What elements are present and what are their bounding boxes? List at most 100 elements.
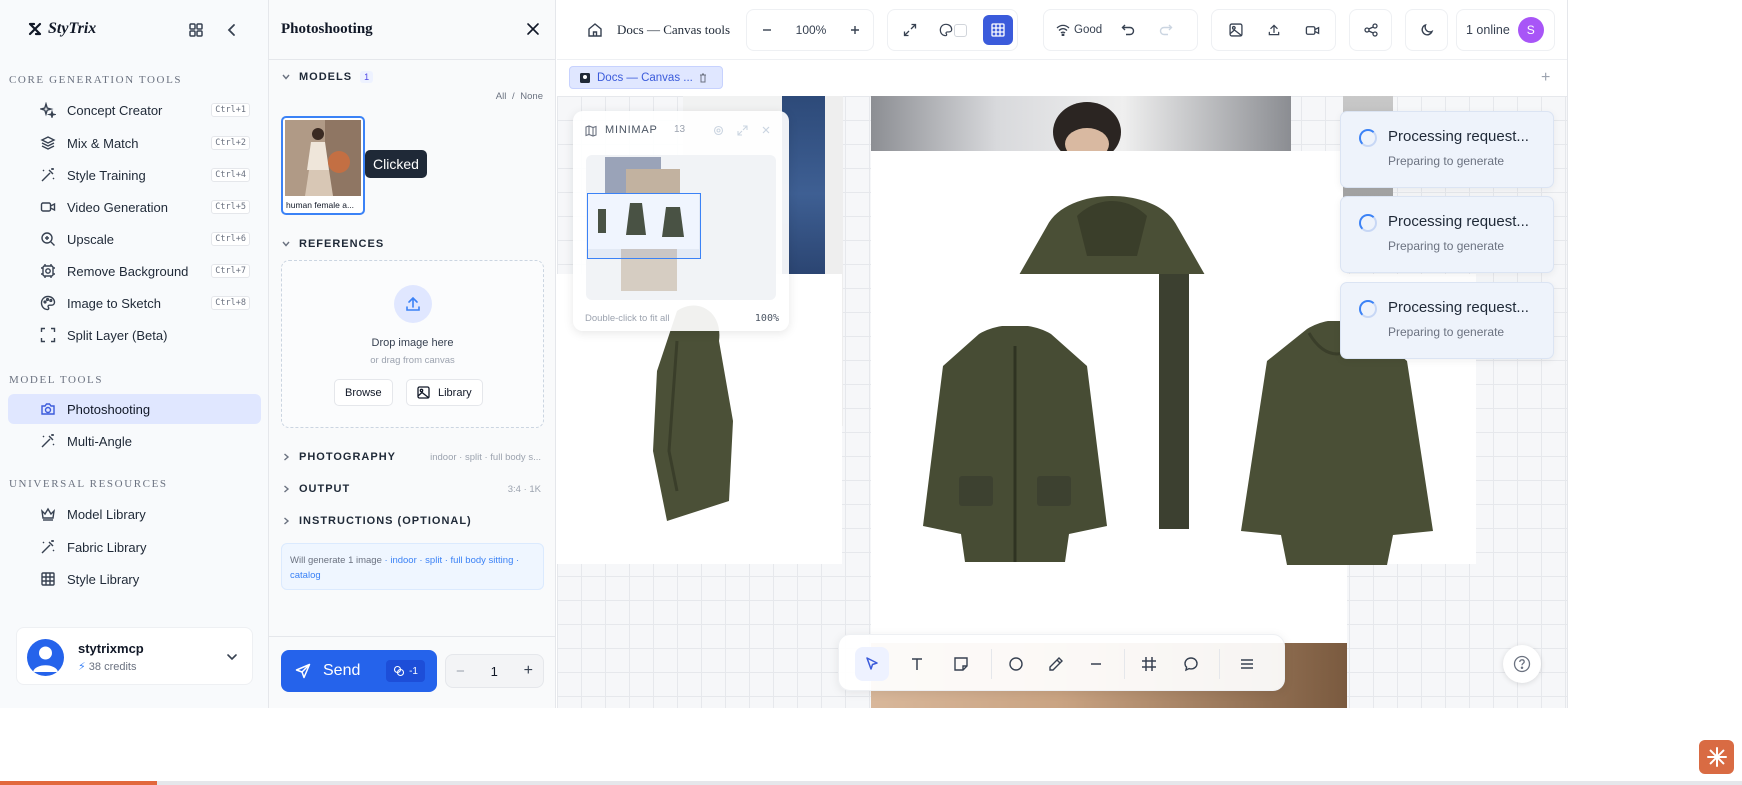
sidebar-item-label: Multi-Angle bbox=[67, 433, 133, 449]
sidebar-item-label: Mix & Match bbox=[67, 135, 139, 151]
line-tool[interactable] bbox=[1079, 647, 1113, 681]
portrait-figure bbox=[1053, 102, 1121, 162]
minimap-expand-icon[interactable] bbox=[737, 125, 748, 136]
zoom-level[interactable]: 100% bbox=[783, 23, 839, 37]
share-button[interactable] bbox=[1355, 14, 1387, 46]
color-swatch[interactable] bbox=[954, 23, 967, 37]
dark-mode-button[interactable] bbox=[1411, 14, 1443, 46]
increment-button[interactable]: + bbox=[524, 662, 533, 680]
photography-summary: indoor · split · full body s... bbox=[430, 452, 541, 463]
minimap-viewport[interactable] bbox=[586, 155, 776, 300]
sticky-note-icon bbox=[954, 657, 968, 671]
comment-tool[interactable] bbox=[1174, 647, 1208, 681]
sidebar-item-video-generation[interactable]: Video Generation Ctrl+5 bbox=[8, 192, 261, 222]
text-tool[interactable] bbox=[900, 647, 934, 681]
instructions-section-header[interactable]: INSTRUCTIONS (OPTIONAL) bbox=[281, 515, 472, 527]
canvas-right-edge bbox=[1567, 0, 1568, 708]
send-button[interactable]: Send -1 bbox=[281, 650, 437, 692]
quantity-value[interactable]: 1 bbox=[491, 664, 498, 679]
sidebar-item-image-to-sketch[interactable]: Image to Sketch Ctrl+8 bbox=[8, 288, 261, 318]
photography-section-header[interactable]: PHOTOGRAPHY bbox=[281, 451, 396, 463]
user-account-card[interactable]: stytrixmcp ⚡ 38 credits bbox=[16, 627, 253, 685]
view-controls bbox=[887, 9, 1018, 51]
apps-grid-button[interactable] bbox=[185, 19, 207, 41]
assistant-launcher-button[interactable] bbox=[1699, 740, 1734, 774]
send-label: Send bbox=[323, 662, 361, 679]
tab-docs-canvas[interactable]: Docs — Canvas ... bbox=[569, 66, 723, 89]
jacket-side-illustration bbox=[653, 305, 733, 521]
model-card-label: human female a... bbox=[286, 200, 355, 210]
zoom-out-button[interactable] bbox=[751, 14, 783, 46]
sidebar-item-label: Concept Creator bbox=[67, 102, 163, 118]
sticky-note-tool[interactable] bbox=[944, 647, 978, 681]
minimap[interactable]: MINIMAP 13 Double-click to fit all 100% bbox=[573, 111, 789, 331]
shortcut-badge: Ctrl+1 bbox=[211, 103, 250, 117]
circle-icon bbox=[1009, 657, 1023, 671]
canvas[interactable]: MINIMAP 13 Double-click to fit all 100% … bbox=[557, 96, 1567, 708]
references-section-header[interactable]: REFERENCES bbox=[281, 238, 384, 250]
fit-screen-button[interactable] bbox=[894, 14, 926, 46]
decrement-button[interactable]: − bbox=[456, 663, 465, 680]
brand-logo[interactable]: StyTrix bbox=[28, 20, 96, 38]
stytrix-logo-icon bbox=[28, 22, 42, 36]
sidebar-item-label: Split Layer (Beta) bbox=[67, 327, 168, 343]
references-dropzone[interactable]: Drop image here or drag from canvas Brow… bbox=[281, 260, 544, 428]
credits-text: 38 credits bbox=[88, 661, 137, 673]
more-tools-menu[interactable] bbox=[1230, 647, 1264, 681]
help-button[interactable] bbox=[1503, 645, 1541, 683]
undo-button[interactable] bbox=[1112, 14, 1144, 46]
sidebar-item-remove-background[interactable]: Remove Background Ctrl+7 bbox=[8, 256, 261, 286]
panel-header: Photoshooting bbox=[269, 0, 555, 60]
avatar[interactable]: S bbox=[1517, 17, 1544, 43]
sidebar-item-multi-angle[interactable]: Multi-Angle bbox=[8, 426, 261, 456]
frame-tool[interactable] bbox=[1132, 647, 1166, 681]
document-title[interactable]: Docs — Canvas tools bbox=[617, 22, 730, 38]
sidebar-item-photoshooting[interactable]: Photoshooting bbox=[8, 394, 261, 424]
menu-icon bbox=[1241, 659, 1253, 669]
add-tab-button[interactable]: + bbox=[1541, 69, 1550, 87]
chevron-down-icon[interactable] bbox=[226, 652, 238, 662]
redo-button[interactable] bbox=[1150, 14, 1182, 46]
grid-toggle-button[interactable] bbox=[983, 15, 1013, 45]
minimap-zoom: 100% bbox=[754, 313, 779, 324]
connection-label: Good bbox=[1074, 24, 1103, 36]
zoom-in-button[interactable] bbox=[839, 14, 871, 46]
connection-status[interactable]: Good bbox=[1056, 24, 1102, 36]
browse-button[interactable]: Browse bbox=[334, 379, 393, 406]
upload-button[interactable] bbox=[1258, 14, 1290, 46]
delete-icon[interactable] bbox=[699, 73, 707, 83]
share-control bbox=[1349, 9, 1392, 51]
online-count[interactable]: 1 online bbox=[1466, 23, 1510, 37]
sidebar-item-style-library[interactable]: Style Library bbox=[8, 564, 261, 594]
select-all-link[interactable]: All bbox=[496, 91, 507, 102]
models-section-header[interactable]: MODELS 1 bbox=[281, 71, 374, 83]
sidebar-item-fabric-library[interactable]: Fabric Library bbox=[8, 532, 261, 562]
minimap-fit-icon[interactable] bbox=[713, 125, 724, 136]
library-button[interactable]: Library bbox=[406, 379, 483, 406]
close-icon[interactable] bbox=[525, 21, 541, 37]
pen-tool[interactable] bbox=[1039, 647, 1073, 681]
grid-icon bbox=[991, 23, 1005, 37]
sidebar-item-upscale[interactable]: Upscale Ctrl+6 bbox=[8, 224, 261, 254]
add-image-button[interactable] bbox=[1220, 14, 1252, 46]
sidebar-item-style-training[interactable]: Style Training Ctrl+4 bbox=[8, 160, 261, 190]
ellipse-tool[interactable] bbox=[999, 647, 1033, 681]
model-card[interactable]: human female a... bbox=[281, 116, 365, 215]
coins-icon bbox=[394, 665, 405, 677]
sidebar-item-model-library[interactable]: Model Library bbox=[8, 499, 261, 529]
canvas-image-jacket-detail[interactable] bbox=[1159, 274, 1189, 529]
home-button[interactable] bbox=[579, 14, 611, 46]
output-section-header[interactable]: OUTPUT bbox=[281, 483, 350, 495]
minimap-close-icon[interactable] bbox=[761, 125, 771, 135]
video-button[interactable] bbox=[1296, 14, 1328, 46]
select-none-link[interactable]: None bbox=[520, 91, 543, 102]
minimap-viewport-frame[interactable] bbox=[587, 193, 701, 259]
sidebar-item-mix-match[interactable]: Mix & Match Ctrl+2 bbox=[8, 128, 261, 158]
canvas-image-portrait[interactable] bbox=[871, 96, 1291, 162]
tab-label: Docs — Canvas ... bbox=[597, 71, 693, 84]
select-tool[interactable] bbox=[855, 647, 889, 681]
collapse-sidebar-button[interactable] bbox=[221, 19, 243, 41]
sidebar-item-split-layer[interactable]: Split Layer (Beta) bbox=[8, 320, 261, 350]
toast-subtitle: Preparing to generate bbox=[1388, 325, 1505, 339]
sidebar-item-concept-creator[interactable]: Concept Creator Ctrl+1 bbox=[8, 95, 261, 125]
